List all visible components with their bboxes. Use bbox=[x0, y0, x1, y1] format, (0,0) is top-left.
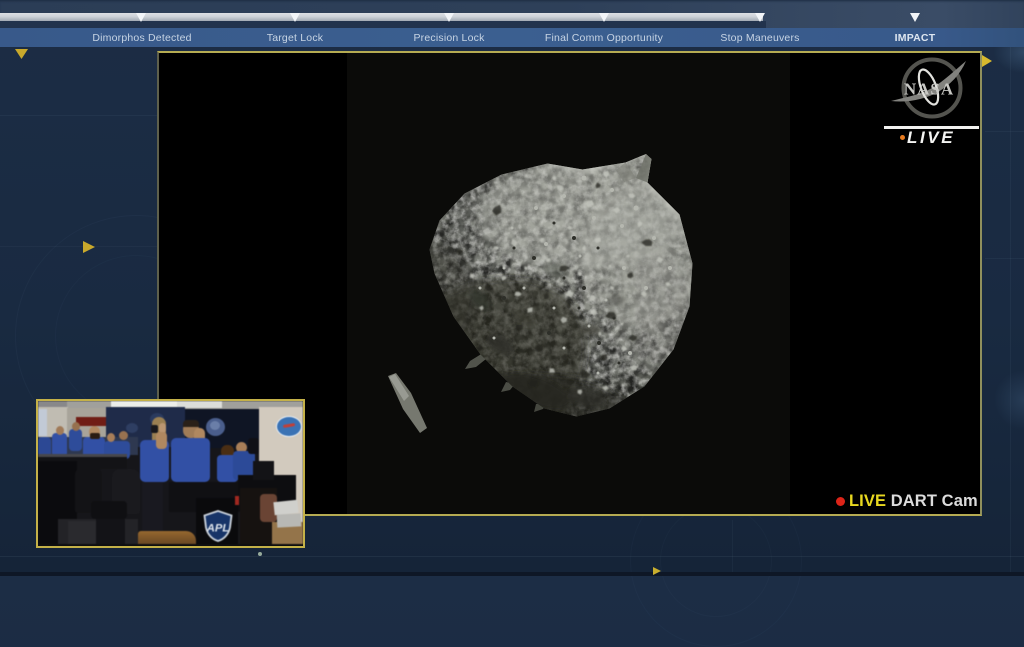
svg-text:NASA: NASA bbox=[904, 80, 954, 99]
svg-text:APL: APL bbox=[206, 522, 230, 534]
